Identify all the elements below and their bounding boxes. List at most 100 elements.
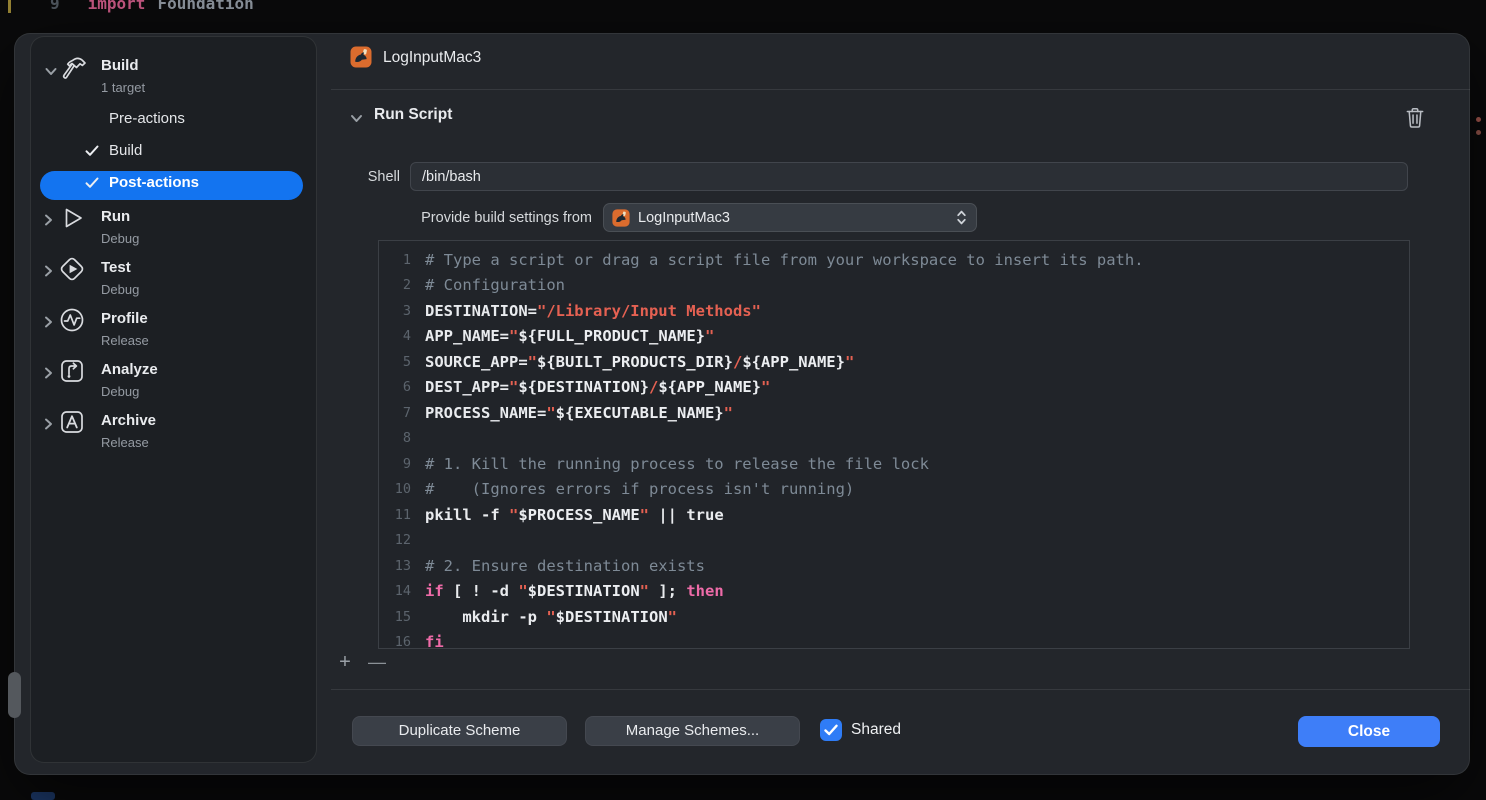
checkmark-icon	[85, 145, 99, 157]
code-text: # (Ignores errors if process isn't runni…	[425, 480, 854, 498]
line-number: 5	[379, 354, 411, 370]
line-number: 13	[379, 558, 411, 574]
remove-action-button[interactable]: —	[360, 650, 394, 674]
code-text: if [ ! -d "$DESTINATION" ]; then	[425, 582, 724, 600]
popup-selected-value: LogInputMac3	[638, 210, 956, 226]
line-number: 9	[379, 456, 411, 472]
sidebar-item-label: Archive	[101, 412, 156, 429]
app-icon	[612, 209, 630, 227]
build-settings-target-popup[interactable]: LogInputMac3	[603, 203, 977, 232]
code-line: 1 # Type a script or drag a script file f…	[379, 247, 1409, 273]
background-breakpoint-tick	[8, 0, 11, 13]
code-line: 11 pkill -f "$PROCESS_NAME" || true	[379, 502, 1409, 528]
sidebar-item-subtitle: 1 target	[101, 80, 145, 95]
add-action-button[interactable]: +	[332, 650, 358, 674]
trash-icon	[1404, 105, 1430, 129]
hammer-icon	[58, 53, 90, 85]
shared-checkbox-label[interactable]: Shared	[851, 721, 901, 739]
code-text: # Configuration	[425, 276, 565, 294]
code-text: # 1. Kill the running process to release…	[425, 455, 929, 473]
close-button[interactable]: Close	[1298, 716, 1440, 747]
code-line: 14 if [ ! -d "$DESTINATION" ]; then	[379, 579, 1409, 605]
sidebar-item-build[interactable]: Build	[109, 142, 142, 159]
script-text-editor[interactable]: 1 # Type a script or drag a script file f…	[378, 240, 1410, 649]
background-window-edge	[31, 792, 55, 800]
duplicate-scheme-button[interactable]: Duplicate Scheme	[352, 716, 567, 746]
popup-chevrons-icon	[956, 209, 967, 226]
chevron-right-icon[interactable]	[44, 213, 53, 227]
line-number: 14	[379, 583, 411, 599]
sidebar-item-label: Profile	[101, 310, 148, 327]
sidebar-item-subtitle: Debug	[101, 282, 139, 297]
code-line: 2 # Configuration	[379, 273, 1409, 299]
test-icon	[58, 255, 86, 283]
sidebar-item-subtitle: Debug	[101, 384, 139, 399]
archive-icon	[58, 408, 86, 436]
code-text: DEST_APP="${DESTINATION}/${APP_NAME}"	[425, 378, 770, 396]
chevron-right-icon[interactable]	[44, 417, 53, 431]
code-text: # 2. Ensure destination exists	[425, 557, 705, 575]
line-number: 1	[379, 252, 411, 268]
background-marker-dot	[1476, 117, 1481, 122]
line-number: 4	[379, 328, 411, 344]
sidebar-item-pre-actions[interactable]: Pre-actions	[109, 110, 185, 127]
code-line: 5SOURCE_APP="${BUILT_PRODUCTS_DIR}/${APP…	[379, 349, 1409, 375]
footer-divider	[331, 689, 1470, 690]
scheme-target-title: LogInputMac3	[383, 49, 481, 67]
sidebar-item-label: Test	[101, 259, 131, 276]
line-number: 10	[379, 481, 411, 497]
line-number: 7	[379, 405, 411, 421]
chevron-down-icon[interactable]	[350, 114, 363, 123]
header-divider	[331, 89, 1470, 90]
scheme-actions-sidebar: Build 1 target Run Debug Test Debug Profile…	[30, 36, 317, 763]
code-text: pkill -f "$PROCESS_NAME" || true	[425, 506, 724, 524]
code-text: DESTINATION="/Library/Input Methods"	[425, 302, 761, 320]
line-number: 11	[379, 507, 411, 523]
line-number: 12	[379, 532, 411, 548]
run-script-section-title: Run Script	[374, 106, 452, 124]
sidebar-item-subtitle: Debug	[101, 231, 139, 246]
line-number: 15	[379, 609, 411, 625]
background-marker-dot	[1476, 130, 1481, 135]
sidebar-item-label: Analyze	[101, 361, 158, 378]
shell-input[interactable]	[410, 162, 1408, 191]
sidebar-item-label: Build	[101, 57, 139, 74]
background-keyword: import	[88, 0, 146, 13]
chevron-right-icon[interactable]	[44, 366, 53, 380]
code-line: 9 # 1. Kill the running process to releas…	[379, 451, 1409, 477]
code-line: 15 mkdir -p "$DESTINATION"	[379, 604, 1409, 630]
code-text: # Type a script or drag a script file fr…	[425, 251, 1144, 269]
code-line: 6DEST_APP="${DESTINATION}/${APP_NAME}"	[379, 375, 1409, 401]
shared-checkbox[interactable]	[820, 719, 842, 741]
chevron-down-icon[interactable]	[44, 67, 58, 76]
code-text: APP_NAME="${FULL_PRODUCT_NAME}"	[425, 327, 714, 345]
code-text: PROCESS_NAME="${EXECUTABLE_NAME}"	[425, 404, 733, 422]
manage-schemes-button[interactable]: Manage Schemes...	[585, 716, 800, 746]
sidebar-item-post-actions[interactable]: Post-actions	[109, 174, 199, 191]
scrollbar-thumb[interactable]	[8, 672, 21, 718]
checkmark-icon	[85, 177, 99, 189]
chevron-right-icon[interactable]	[44, 315, 53, 329]
background-editor-line: 9importFoundation	[50, 0, 254, 13]
code-text: fi	[425, 633, 444, 649]
sidebar-item-subtitle: Release	[101, 435, 149, 450]
shell-label: Shell	[330, 169, 400, 185]
profile-icon	[58, 306, 86, 334]
chevron-right-icon[interactable]	[44, 264, 53, 278]
background-line-number: 9	[50, 0, 60, 13]
code-line: 10 # (Ignores errors if process isn't run…	[379, 477, 1409, 503]
line-number: 16	[379, 634, 411, 649]
sidebar-item-label: Run	[101, 208, 130, 225]
delete-run-script-button[interactable]	[1404, 103, 1430, 131]
code-line: 4 APP_NAME="${FULL_PRODUCT_NAME}"	[379, 324, 1409, 350]
analyze-icon	[58, 357, 86, 385]
code-line: 16 fi	[379, 630, 1409, 650]
provide-build-settings-label: Provide build settings from	[330, 210, 592, 226]
sidebar-item-subtitle: Release	[101, 333, 149, 348]
code-line: 8	[379, 426, 1409, 452]
run-icon	[58, 204, 86, 232]
code-text: mkdir -p "$DESTINATION"	[425, 608, 677, 626]
line-number: 2	[379, 277, 411, 293]
line-number: 8	[379, 430, 411, 446]
checkmark-icon	[824, 724, 838, 736]
